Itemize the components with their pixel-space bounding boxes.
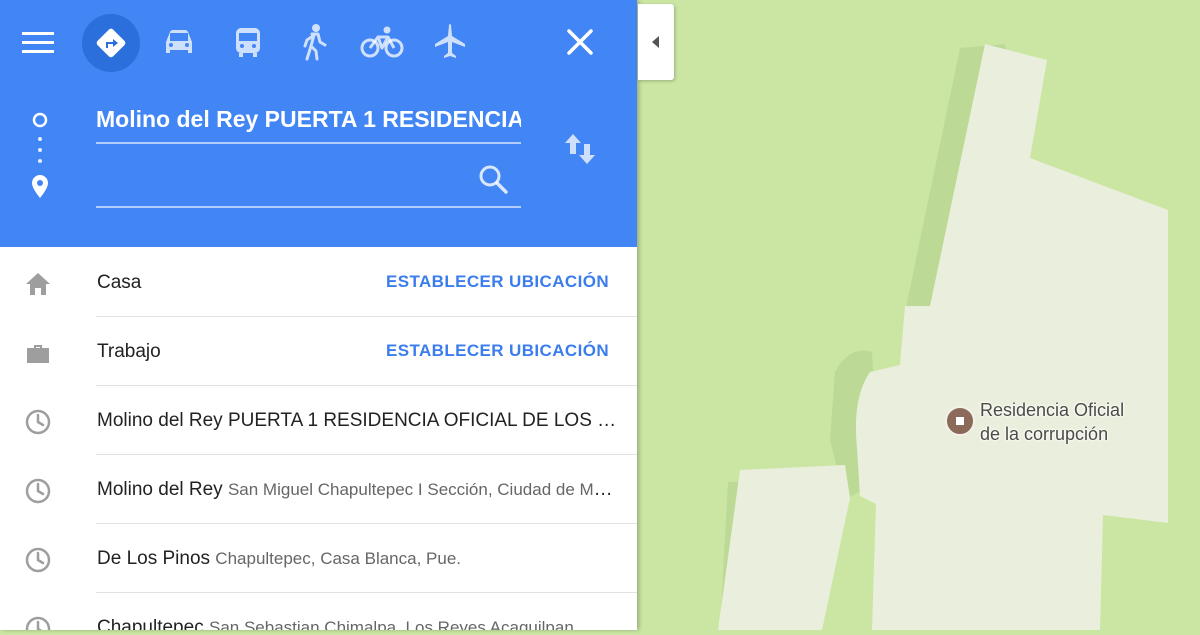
menu-icon: [22, 32, 54, 53]
list-item-title: Molino del Rey: [97, 479, 223, 500]
list-item[interactable]: Chapultepec San Sebastian Chimalpa, Los …: [0, 593, 637, 630]
destination-input[interactable]: [96, 166, 466, 198]
list-item-home[interactable]: Casa ESTABLECER UBICACIÓN: [0, 248, 637, 317]
directions-icon: [96, 28, 126, 58]
directions-mode-button[interactable]: [82, 14, 140, 72]
list-item-subtitle: San Miguel Chapultepec I Sección, Ciudad…: [227, 480, 617, 499]
swap-icon: [565, 134, 595, 164]
close-icon: [567, 29, 593, 55]
bicycle-mode-button[interactable]: [360, 24, 404, 65]
list-item-text: Chapultepec San Sebastian Chimalpa, Los …: [97, 616, 617, 630]
home-icon: [26, 273, 50, 295]
history-icon: [25, 616, 51, 630]
origin-input[interactable]: [96, 103, 521, 135]
origin-underline: [96, 142, 521, 144]
search-icon: [479, 165, 508, 194]
work-icon: [27, 345, 49, 363]
list-item[interactable]: Molino del Rey PUERTA 1 RESIDENCIA OFICI…: [0, 386, 637, 455]
car-icon: [166, 30, 192, 53]
history-icon: [25, 409, 51, 435]
directions-panel: Casa ESTABLECER UBICACIÓN Trabajo ESTABL…: [0, 0, 637, 630]
suggestions-list: Casa ESTABLECER UBICACIÓN Trabajo ESTABL…: [0, 248, 637, 630]
search-button[interactable]: [476, 162, 510, 201]
poi-marker-icon[interactable]: [945, 406, 975, 436]
route-connector-icon: [32, 112, 48, 198]
walk-icon: [303, 24, 327, 61]
list-item-title: Molino del Rey PUERTA 1 RESIDENCIA OFICI…: [97, 410, 617, 431]
car-mode-button[interactable]: [160, 24, 198, 65]
set-location-button[interactable]: ESTABLECER UBICACIÓN: [386, 272, 609, 292]
list-item[interactable]: Molino del Rey San Miguel Chapultepec I …: [0, 455, 637, 524]
list-item-text: De Los Pinos Chapultepec, Casa Blanca, P…: [97, 547, 617, 571]
list-item-subtitle: San Sebastian Chimalpa, Los Reyes Acaqui…: [208, 618, 574, 630]
chevron-left-icon: [652, 36, 659, 48]
list-item-text: Molino del Rey San Miguel Chapultepec I …: [97, 478, 617, 502]
list-item-title: De Los Pinos: [97, 548, 211, 569]
collapse-panel-button[interactable]: [638, 4, 674, 80]
list-item-subtitle: Chapultepec, Casa Blanca, Pue.: [215, 549, 462, 568]
list-item-title: Chapultepec: [97, 617, 204, 630]
flight-mode-button[interactable]: [432, 22, 468, 67]
history-icon: [25, 547, 51, 573]
set-location-button[interactable]: ESTABLECER UBICACIÓN: [386, 341, 609, 361]
menu-button[interactable]: [18, 24, 58, 60]
directions-header: [0, 0, 637, 247]
flight-icon: [435, 24, 465, 58]
list-item-work[interactable]: Trabajo ESTABLECER UBICACIÓN: [0, 317, 637, 386]
destination-underline: [96, 206, 521, 208]
transit-icon: [236, 28, 260, 57]
walk-mode-button[interactable]: [298, 22, 330, 67]
list-item[interactable]: De Los Pinos Chapultepec, Casa Blanca, P…: [0, 524, 637, 593]
poi-label-line1: Residencia Oficial: [980, 400, 1125, 420]
transit-mode-button[interactable]: [230, 24, 266, 65]
poi-label-line2: de la corrupción: [980, 424, 1109, 444]
swap-button[interactable]: [562, 130, 598, 175]
close-button[interactable]: [562, 24, 598, 65]
bicycle-icon: [360, 26, 404, 58]
history-icon: [25, 478, 51, 504]
poi-label[interactable]: Residencia Oficial de la corrupción: [980, 398, 1180, 446]
